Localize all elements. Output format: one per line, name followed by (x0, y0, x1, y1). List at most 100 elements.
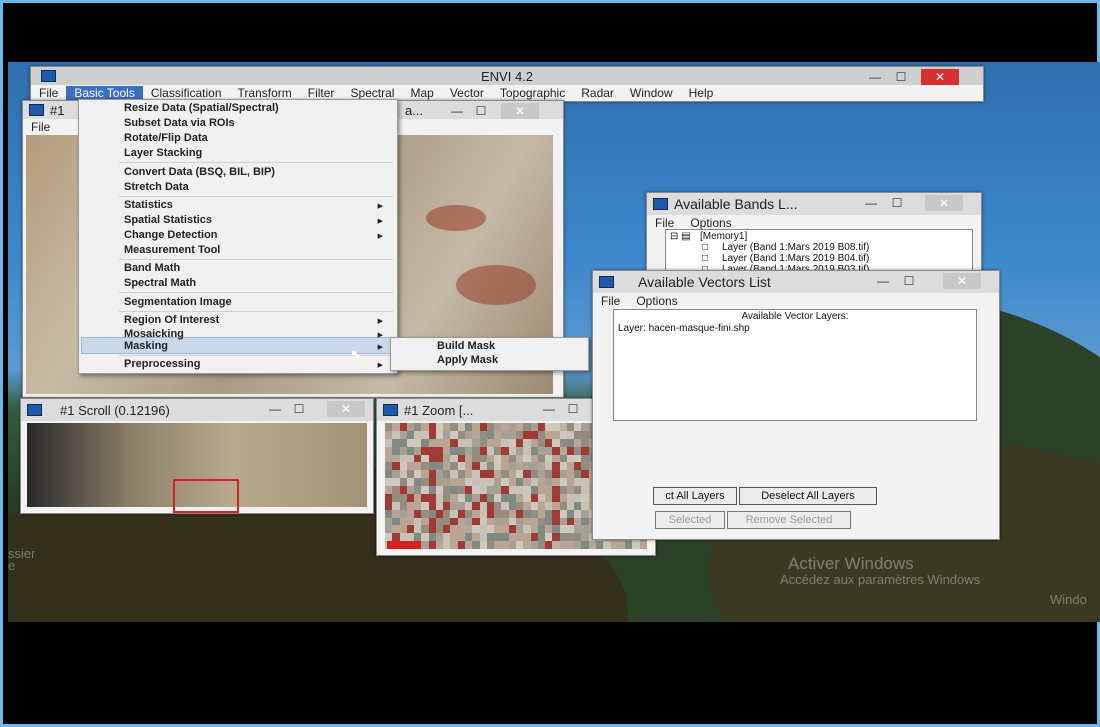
menu-item-change-detection[interactable]: Change Detection (124, 229, 218, 241)
menu-item-convert-data[interactable]: Convert Data (BSQ, BIL, BIP) (124, 166, 275, 178)
vectors-menu-file[interactable]: File (593, 294, 628, 308)
zoom-pixel (552, 541, 560, 549)
image-menu-file[interactable]: File (23, 120, 58, 134)
zoom-window-icon (383, 404, 398, 416)
close-icon[interactable]: ✕ (501, 103, 539, 119)
scroll-viewport-box[interactable] (173, 479, 239, 513)
maximize-icon[interactable]: ☐ (563, 401, 583, 417)
menu-item-build-mask[interactable]: Build Mask (437, 340, 495, 352)
vector-layers-list[interactable]: Available Vector Layers: Layer: hacen-ma… (613, 309, 977, 421)
zoom-pixel (515, 470, 524, 479)
bands-window-title-bar[interactable]: Available Bands L... — ☐ ✕ (647, 193, 981, 215)
maximize-icon[interactable]: ☐ (891, 69, 911, 85)
zoom-pixel (559, 438, 567, 447)
menu-topographic[interactable]: Topographic (492, 86, 573, 100)
menu-transform[interactable]: Transform (230, 86, 300, 100)
zoom-pixel (508, 533, 516, 542)
zoom-pixel (406, 509, 415, 518)
minimize-icon[interactable]: — (861, 195, 881, 211)
menu-item-spectral-math[interactable]: Spectral Math (124, 277, 196, 289)
close-icon[interactable]: ✕ (943, 273, 981, 289)
menu-classification[interactable]: Classification (143, 86, 230, 100)
menu-item-measurement-tool[interactable]: Measurement Tool (124, 244, 220, 256)
zoom-pixel (472, 517, 480, 526)
minimize-icon[interactable]: — (873, 273, 893, 289)
minimize-icon[interactable]: — (539, 401, 559, 417)
menu-item-mosaicking[interactable]: Mosaicking (124, 328, 184, 340)
maximize-icon[interactable]: ☐ (887, 195, 907, 211)
minimize-icon[interactable]: — (865, 69, 885, 85)
zoom-pixel (559, 541, 567, 549)
bands-menu-options[interactable]: Options (682, 216, 739, 230)
tree-collapse-icon[interactable]: ⊟ ▤ (670, 231, 691, 242)
zoom-pixel (559, 478, 567, 486)
menu-file[interactable]: File (31, 86, 66, 100)
tree-band-item[interactable]: Layer (Band 1:Mars 2019 B04.tif) (722, 253, 869, 264)
menu-item-masking[interactable]: Masking (124, 340, 168, 352)
zoom-pixel (581, 517, 589, 526)
menu-map[interactable]: Map (402, 86, 441, 100)
menu-item-preprocessing[interactable]: Preprocessing (124, 358, 200, 370)
menu-help[interactable]: Help (681, 86, 722, 100)
zoom-pixel (530, 525, 538, 534)
menu-item-subset-data[interactable]: Subset Data via ROIs (124, 117, 235, 129)
remove-selected-button[interactable]: Remove Selected (727, 511, 851, 529)
zoom-pixel (465, 486, 473, 494)
zoom-pixel (450, 541, 458, 549)
image-window-icon (29, 104, 44, 116)
vectors-window-menubar: File Options (593, 293, 999, 309)
bands-menu-file[interactable]: File (647, 216, 682, 230)
zoom-pixel (479, 533, 487, 542)
menu-item-layer-stacking[interactable]: Layer Stacking (124, 147, 202, 159)
zoom-pixel (392, 486, 400, 494)
menu-item-spatial-statistics[interactable]: Spatial Statistics (124, 214, 212, 226)
minimize-icon[interactable]: — (265, 401, 285, 417)
vector-layer-item[interactable]: Layer: hacen-masque-fini.shp (618, 323, 750, 334)
menu-vector[interactable]: Vector (442, 86, 492, 100)
menu-item-region-of-interest[interactable]: Region Of Interest (124, 314, 219, 326)
menu-basic-tools[interactable]: Basic Tools (66, 86, 143, 100)
menu-item-rotate-flip[interactable]: Rotate/Flip Data (124, 132, 208, 144)
zoom-pixel (508, 517, 516, 526)
select-all-layers-button[interactable]: ct All Layers (653, 487, 737, 505)
close-icon[interactable]: ✕ (327, 401, 365, 417)
menu-item-statistics[interactable]: Statistics (124, 199, 173, 211)
menu-item-segmentation-image[interactable]: Segmentation Image (124, 296, 232, 308)
zoom-pixel (450, 486, 458, 494)
image-feature (456, 265, 536, 305)
menu-filter[interactable]: Filter (300, 86, 343, 100)
scroll-overview-canvas[interactable] (27, 423, 367, 513)
vectors-window-title-bar[interactable]: Available Vectors List — ☐ ✕ (593, 271, 999, 293)
menu-item-band-math[interactable]: Band Math (124, 262, 180, 274)
zoom-pixel (457, 430, 466, 439)
menu-item-stretch-data[interactable]: Stretch Data (124, 181, 189, 193)
zoom-pixel (392, 446, 400, 455)
scroll-window-title-bar[interactable]: #1 Scroll (0.12196) — ☐ ✕ (21, 399, 373, 421)
zoom-pixel (414, 430, 422, 439)
vectors-menu-options[interactable]: Options (628, 294, 685, 308)
menu-item-apply-mask[interactable]: Apply Mask (437, 354, 498, 366)
close-icon[interactable]: ✕ (925, 195, 963, 211)
maximize-icon[interactable]: ☐ (899, 273, 919, 289)
zoom-pixel (494, 430, 502, 439)
zoom-pixel (392, 438, 400, 447)
zoom-pixel (545, 541, 553, 549)
envi-title-bar[interactable]: ENVI 4.2 — ☐ ✕ (31, 67, 983, 85)
selected-button[interactable]: Selected (655, 511, 725, 529)
zoom-pixel (465, 501, 473, 510)
maximize-icon[interactable]: ☐ (471, 103, 491, 119)
maximize-icon[interactable]: ☐ (289, 401, 309, 417)
zoom-pixel (523, 509, 531, 518)
menu-item-resize-data[interactable]: Resize Data (Spatial/Spectral) (124, 102, 279, 114)
menu-window[interactable]: Window (622, 86, 681, 100)
deselect-all-layers-button[interactable]: Deselect All Layers (739, 487, 877, 505)
close-icon[interactable]: ✕ (921, 69, 959, 85)
zoom-pixel (537, 501, 546, 510)
available-vectors-window: Available Vectors List — ☐ ✕ File Option… (592, 270, 1000, 540)
zoom-pixel (443, 446, 451, 455)
tree-band-item[interactable]: Layer (Band 1:Mars 2019 B08.tif) (722, 242, 869, 253)
menu-radar[interactable]: Radar (573, 86, 622, 100)
menu-spectral[interactable]: Spectral (342, 86, 402, 100)
minimize-icon[interactable]: — (447, 103, 467, 119)
tree-root-memory[interactable]: [Memory1] (700, 231, 747, 242)
